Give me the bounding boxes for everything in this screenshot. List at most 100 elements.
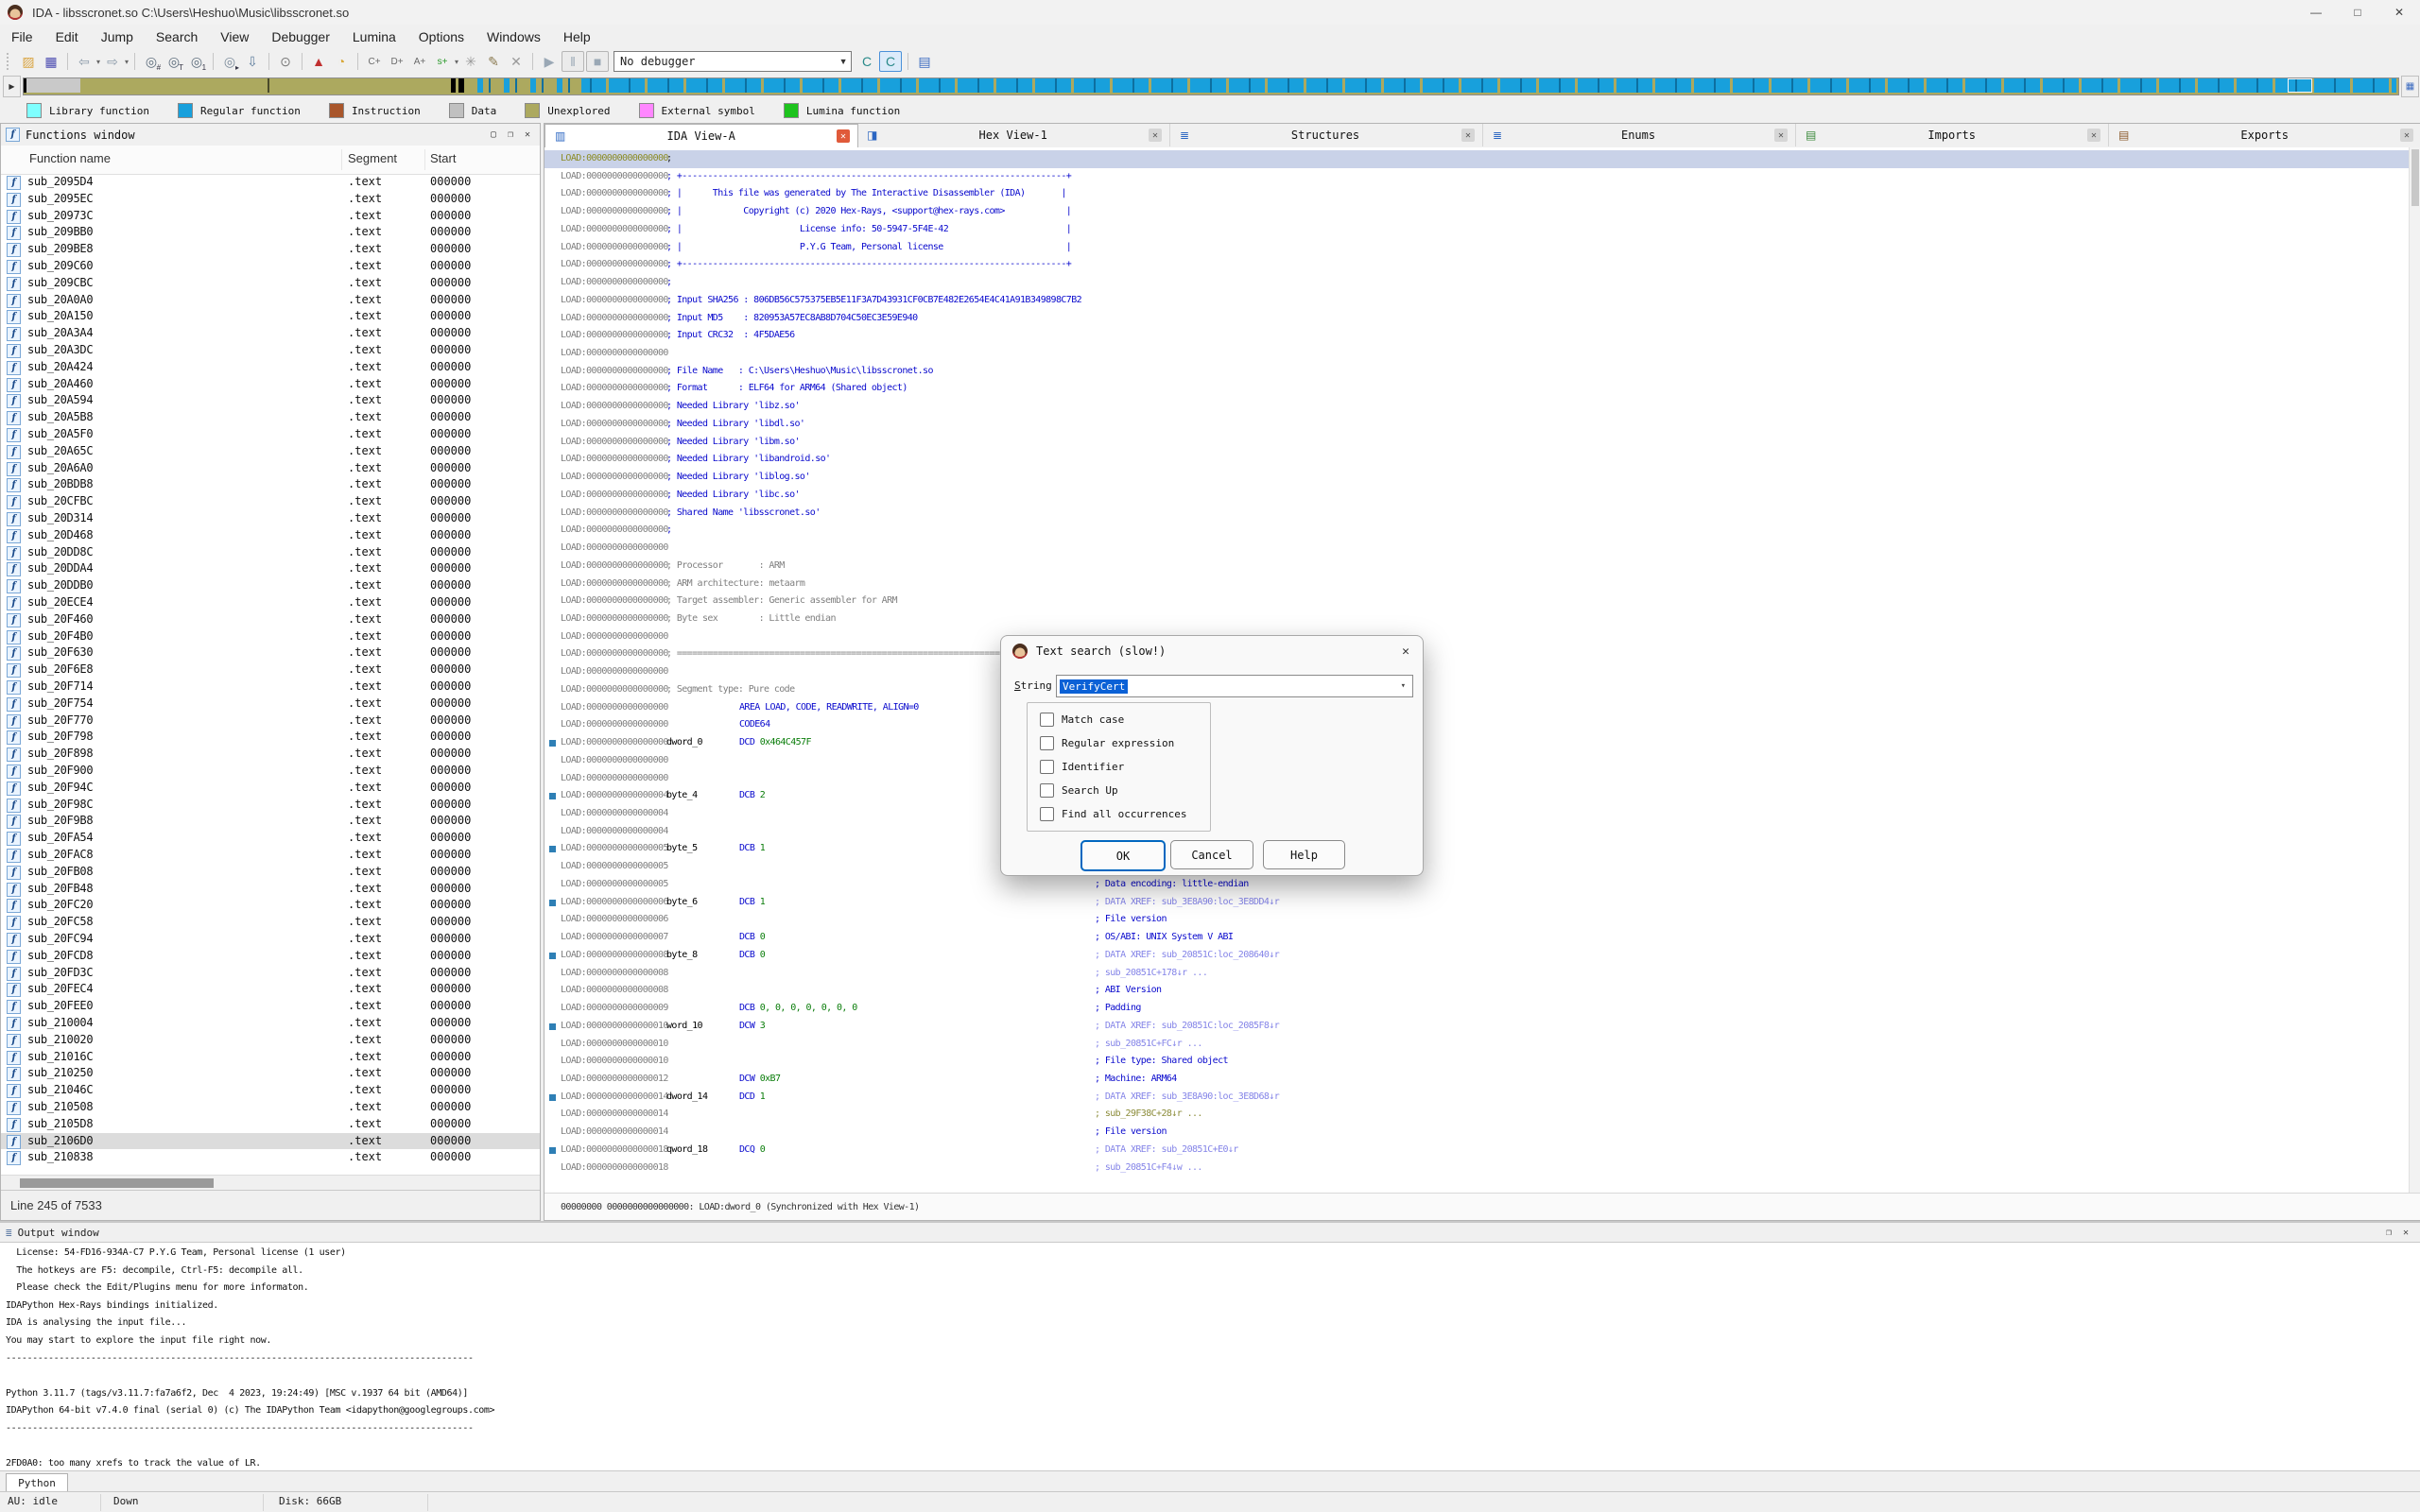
disasm-line[interactable]: LOAD:0000000000000000; ARM architecture:… [544,576,2420,593]
output-log[interactable]: License: 54-FD16-934A-C7 P.Y.G Team, Per… [0,1242,2420,1472]
disasm-line[interactable]: LOAD:0000000000000000 [544,345,2420,363]
snowflake-icon[interactable]: ✳ [460,52,481,71]
navigator-band[interactable] [23,77,2399,95]
function-row[interactable]: fsub_20A3DC.text000000 [1,342,540,359]
disasm-line[interactable]: LOAD:0000000000000000; Segment type: Pur… [544,681,2420,699]
create-function-icon[interactable]: C+ [364,52,385,71]
menu-windows[interactable]: Windows [475,26,552,47]
function-row[interactable]: fsub_20A0A0.text000000 [1,292,540,309]
vscrollbar-thumb[interactable] [2411,149,2419,206]
tab-enums[interactable]: ≣Enums✕ [1483,124,1796,146]
function-row[interactable]: fsub_2095D4.text000000 [1,174,540,191]
disasm-line[interactable]: LOAD:0000000000000000 [544,752,2420,770]
disasm-line[interactable]: LOAD:0000000000000000; Processor : ARM [544,558,2420,576]
checkbox-search-up[interactable]: Search Up [1040,783,1118,798]
checkbox-box[interactable] [1040,760,1054,774]
debugger-select[interactable]: No debugger▼ [614,51,852,72]
checkbox-box[interactable] [1040,736,1054,750]
dropdown-caret-icon[interactable]: ▾ [96,58,100,66]
checkbox-box[interactable] [1040,807,1054,821]
disasm-line[interactable]: LOAD:0000000000000004 [544,823,2420,841]
function-row[interactable]: fsub_20DDA4.text000000 [1,560,540,577]
disasm-line[interactable]: LOAD:0000000000000000; [544,522,2420,540]
menu-debugger[interactable]: Debugger [260,26,341,47]
band-options-button[interactable]: ▦ [2401,76,2419,97]
disasm-line[interactable]: LOAD:0000000000000000; +----------------… [544,168,2420,186]
panel-float-icon[interactable]: ❐ [502,128,519,143]
tab-close-icon[interactable]: ✕ [1149,129,1162,142]
chevron-down-icon[interactable]: ▾ [1401,681,1406,691]
waitbox-icon[interactable]: ◔ [331,52,352,71]
function-row[interactable]: fsub_20F4B0.text000000 [1,628,540,645]
disassembly-vscrollbar[interactable] [2409,147,2420,1194]
function-row[interactable]: fsub_20F94C.text000000 [1,780,540,797]
jump-icon[interactable]: ⇩ [242,52,263,71]
function-row[interactable]: fsub_209BB0.text000000 [1,224,540,241]
open-file-icon[interactable]: ▨ [18,52,39,71]
create-data-icon[interactable]: D+ [387,52,407,71]
function-row[interactable]: fsub_20D314.text000000 [1,510,540,527]
tab-python[interactable]: Python [6,1473,68,1493]
search-binary-icon[interactable]: ◎1 [186,52,207,71]
disasm-line[interactable]: LOAD:0000000000000010word_10DCW 3; DATA … [544,1018,2420,1036]
function-row[interactable]: fsub_20FB48.text000000 [1,881,540,898]
function-row[interactable]: fsub_20CFBC.text000000 [1,493,540,510]
disasm-line[interactable]: LOAD:0000000000000008; sub_20851C+178↓r … [544,965,2420,983]
save-file-icon[interactable]: ▦ [41,52,61,71]
search-address-icon[interactable]: ◎# [141,52,162,71]
function-row[interactable]: fsub_20F630.text000000 [1,644,540,662]
tab-close-icon[interactable]: ✕ [1461,129,1475,142]
function-row[interactable]: fsub_20BDB8.text000000 [1,476,540,493]
chevron-down-icon[interactable]: ▼ [836,57,851,66]
disasm-line[interactable]: LOAD:0000000000000000; [544,274,2420,292]
disasm-line[interactable]: LOAD:0000000000000000; | P.Y.G Team, Per… [544,239,2420,257]
ida-view-a[interactable]: LOAD:0000000000000000;LOAD:0000000000000… [544,147,2420,1194]
panel-restore-icon[interactable]: ▢ [485,128,502,143]
function-row[interactable]: fsub_20F798.text000000 [1,729,540,746]
function-row[interactable]: fsub_20A3A4.text000000 [1,325,540,342]
function-row[interactable]: fsub_21046C.text000000 [1,1082,540,1099]
disasm-line[interactable]: LOAD:0000000000000000AREA LOAD, CODE, RE… [544,699,2420,717]
function-row[interactable]: fsub_20F754.text000000 [1,696,540,713]
disasm-line[interactable]: LOAD:0000000000000008byte_8DCB 0; DATA X… [544,947,2420,965]
tab-close-icon[interactable]: ✕ [2087,129,2100,142]
disasm-line[interactable]: LOAD:0000000000000000; Format : ELF64 fo… [544,380,2420,398]
disasm-line[interactable]: LOAD:0000000000000009DCB 0, 0, 0, 0, 0, … [544,1000,2420,1018]
disasm-line[interactable]: LOAD:0000000000000005; Data encoding: li… [544,876,2420,894]
search-string-combobox[interactable]: VerifyCert ▾ [1056,675,1413,697]
patch-lock-icon[interactable]: ⊙ [275,52,296,71]
disasm-line[interactable]: LOAD:0000000000000014; File version [544,1124,2420,1142]
search-text-icon[interactable]: ◎T [164,52,184,71]
problems-icon[interactable]: ▲ [308,52,329,71]
disasm-line[interactable]: LOAD:0000000000000000; Input SHA256 : 80… [544,292,2420,310]
panel-close-icon[interactable]: ✕ [2397,1228,2414,1238]
function-row[interactable]: fsub_20F770.text000000 [1,713,540,730]
function-row[interactable]: fsub_20A594.text000000 [1,392,540,409]
close-button[interactable]: ✕ [2378,1,2420,24]
function-row[interactable]: fsub_20FA54.text000000 [1,830,540,847]
tab-imports[interactable]: ▤Imports✕ [1796,124,2109,146]
functions-column-headers[interactable]: Function name Segment Start [1,146,540,175]
create-string-icon[interactable]: A+ [409,52,430,71]
disasm-line[interactable]: LOAD:0000000000000014; sub_29F38C+28↓r .… [544,1106,2420,1124]
debug-run-icon[interactable]: ▶ [539,52,560,71]
minimize-button[interactable]: — [2295,1,2337,24]
function-row[interactable]: fsub_20FD3C.text000000 [1,965,540,982]
tab-ida-view-a[interactable]: ▥IDA View-A✕ [544,124,858,148]
function-row[interactable]: fsub_20FC94.text000000 [1,931,540,948]
disasm-line[interactable]: LOAD:0000000000000000; Needed Library 'l… [544,451,2420,469]
disasm-line[interactable]: LOAD:0000000000000005byte_5DCB 1 [544,840,2420,858]
disasm-line[interactable]: LOAD:0000000000000000 [544,770,2420,788]
disasm-line[interactable]: LOAD:0000000000000000; Needed Library 'l… [544,487,2420,505]
help-button[interactable]: Help [1263,840,1345,869]
checkbox-match-case[interactable]: Match case [1040,713,1124,727]
function-row[interactable]: fsub_210004.text000000 [1,1015,540,1032]
attach-process-icon[interactable]: C [856,52,877,71]
disasm-line[interactable]: LOAD:0000000000000000CODE64 [544,716,2420,734]
menu-search[interactable]: Search [145,26,209,47]
panel-close-icon[interactable]: ✕ [519,128,536,143]
disasm-line[interactable]: LOAD:0000000000000000; Target assembler:… [544,593,2420,610]
function-row[interactable]: fsub_20FEE0.text000000 [1,998,540,1015]
create-struct-icon[interactable]: s+ [432,52,453,71]
function-row[interactable]: fsub_20F900.text000000 [1,763,540,780]
